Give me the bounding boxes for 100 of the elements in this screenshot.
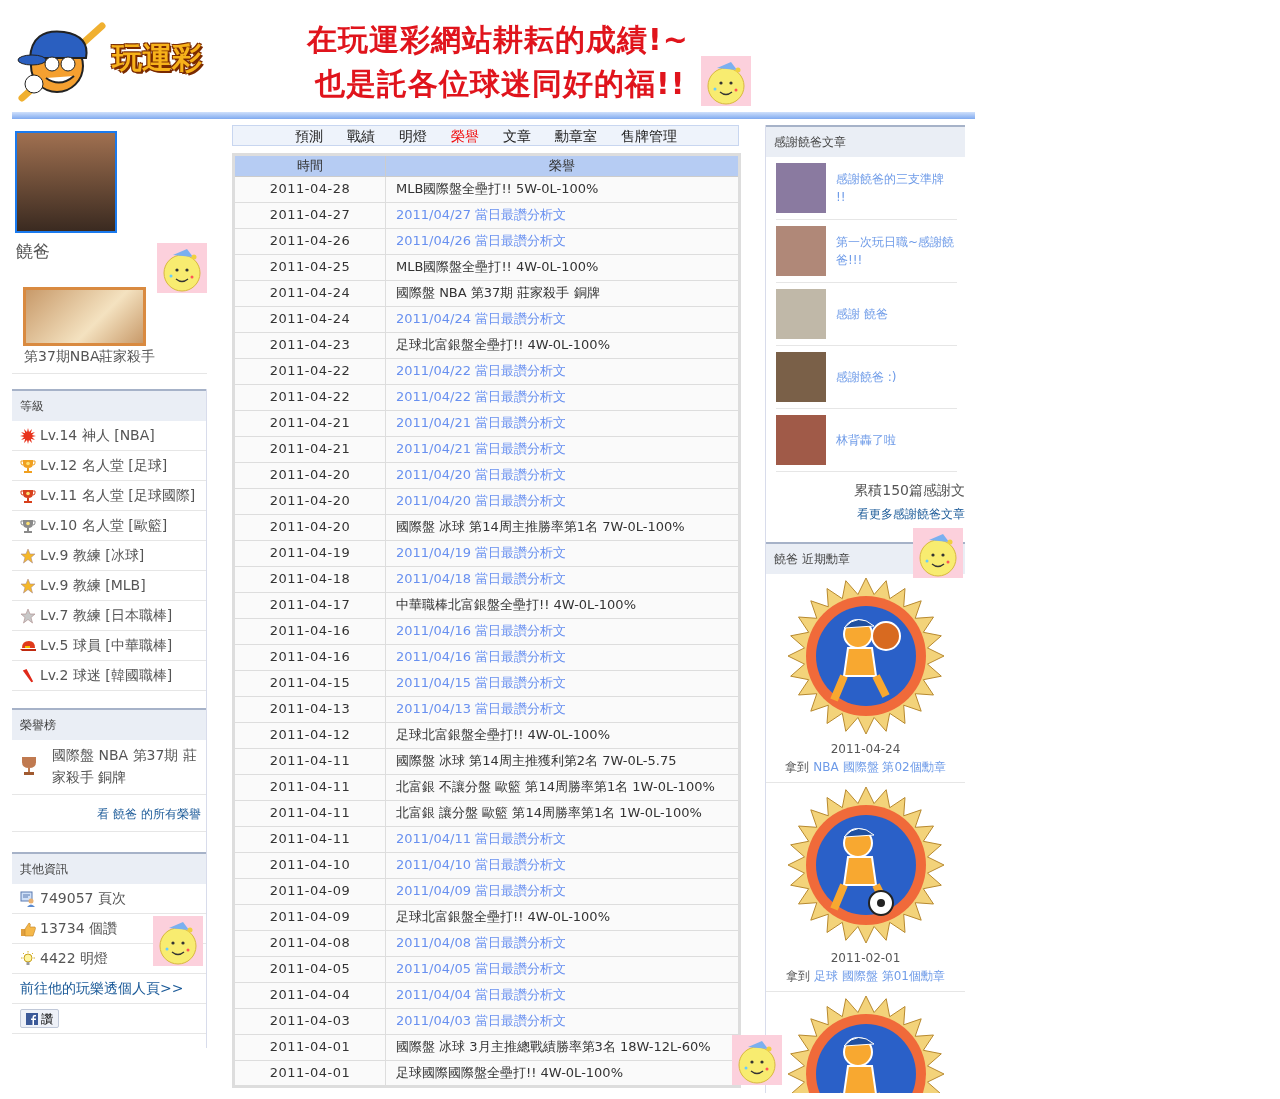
photo-placeholder <box>776 163 826 213</box>
photo-placeholder <box>776 226 826 276</box>
level-label: Lv.14 神人 [NBA] <box>40 426 155 445</box>
article-link[interactable]: 感謝饒爸 :) <box>836 368 897 386</box>
profile-link[interactable]: 前往他的玩樂透個人頁>> <box>20 978 184 999</box>
date-cell: 2011-04-13 <box>233 696 386 722</box>
medal-caption: 拿到 <box>786 968 811 985</box>
photo-placeholder <box>776 289 826 339</box>
logo-text: 玩運彩 <box>112 39 202 77</box>
date-cell: 2011-04-11 <box>233 774 386 800</box>
slogan-line: 在玩運彩網站耕耘的成績!~ <box>307 21 689 59</box>
level-label: Lv.10 名人堂 [歐籃] <box>40 516 168 535</box>
all-honors-link[interactable]: 看 饒爸 的所有榮譽 <box>97 807 201 821</box>
date-cell: 2011-04-12 <box>233 722 386 748</box>
date-cell: 2011-04-23 <box>233 332 386 358</box>
mascot-sticker <box>913 528 963 578</box>
mascot-sticker <box>157 243 207 293</box>
level-label: Lv.11 名人堂 [足球國際] <box>40 486 196 505</box>
honor-cell: 國際盤 冰球 第14周主推勝率第1名 7W-0L-100% <box>385 514 740 540</box>
date-cell: 2011-04-22 <box>233 358 386 384</box>
column-header: 時間 <box>233 154 386 176</box>
date-cell: 2011-04-20 <box>233 514 386 540</box>
thanks-total: 累積150篇感謝文 <box>853 481 965 500</box>
medal-date: 2011-02-01 <box>830 950 901 967</box>
medal-caption: 拿到 <box>785 759 810 776</box>
honor-text: 國際盤 NBA 第37期 莊家殺手 銅牌 <box>52 746 198 787</box>
stat-text: 4422 明燈 <box>40 949 109 968</box>
facebook-icon <box>26 1012 38 1025</box>
level-label: Lv.9 教練 [冰球] <box>40 546 145 565</box>
level-label: Lv.5 球員 [中華職棒] <box>40 636 173 655</box>
section-header: 榮譽榜 <box>12 708 206 740</box>
date-cell: 2011-04-27 <box>233 202 386 228</box>
date-cell: 2011-04-28 <box>233 176 386 202</box>
date-cell: 2011-04-25 <box>233 254 386 280</box>
date-cell: 2011-04-19 <box>233 540 386 566</box>
section-header: 等級 <box>12 389 206 421</box>
date-cell: 2011-04-16 <box>233 618 386 644</box>
honor-cell: 足球北富銀盤全壘打!! 4W-0L-100% <box>385 332 740 358</box>
date-cell: 2011-04-03 <box>233 1008 386 1034</box>
section-header: 其他資訊 <box>12 852 206 884</box>
article-link[interactable]: 感謝饒爸的三支準牌 !! <box>836 170 957 206</box>
nav-tab[interactable]: 文章 <box>490 126 543 145</box>
date-cell: 2011-04-10 <box>233 852 386 878</box>
nav-tab[interactable]: 榮譽 <box>438 126 491 145</box>
date-cell: 2011-04-20 <box>233 488 386 514</box>
honor-cell: 國際盤 冰球 第14周主推獲利第2名 7W-0L-5.75 <box>385 748 740 774</box>
level-label: Lv.7 教練 [日本職棒] <box>40 606 173 625</box>
thumbs-up-icon <box>20 920 36 937</box>
mascot-sticker <box>153 916 203 966</box>
date-cell: 2011-04-08 <box>233 930 386 956</box>
section-header: 感謝饒爸文章 <box>766 125 965 157</box>
username: 饒爸 <box>16 240 50 263</box>
date-cell: 2011-04-15 <box>233 670 386 696</box>
date-cell: 2011-04-16 <box>233 644 386 670</box>
level-label: Lv.12 名人堂 [足球] <box>40 456 168 475</box>
trophy-icon <box>20 756 38 776</box>
date-cell: 2011-04-22 <box>233 384 386 410</box>
date-cell: 2011-04-09 <box>233 878 386 904</box>
date-cell: 2011-04-17 <box>233 592 386 618</box>
date-cell: 2011-04-04 <box>233 982 386 1008</box>
honor-cell: 國際盤 NBA 第37期 莊家殺手 銅牌 <box>385 280 740 306</box>
honor-cell: 足球北富銀盤全壘打!! 4W-0L-100% <box>385 722 740 748</box>
more-thanks-link[interactable]: 看更多感謝饒爸文章 <box>857 507 965 521</box>
slogan-line: 也是託各位球迷同好的福!! <box>315 65 686 103</box>
date-cell: 2011-04-05 <box>233 956 386 982</box>
date-cell: 2011-04-21 <box>233 436 386 462</box>
date-cell: 2011-04-18 <box>233 566 386 592</box>
date-cell: 2011-04-11 <box>233 800 386 826</box>
date-cell: 2011-04-21 <box>233 410 386 436</box>
mascot-sticker <box>701 56 752 106</box>
article-link[interactable]: 第一次玩日職~感謝饒爸!!! <box>836 233 957 269</box>
photo-placeholder <box>776 415 826 465</box>
column-header: 榮譽 <box>385 154 740 176</box>
article-link[interactable]: 感謝 饒爸 <box>836 305 888 323</box>
honor-cell: 北富銀 讓分盤 歐籃 第14周勝率第1名 1W-0L-100% <box>385 800 740 826</box>
nav-tab[interactable]: 明燈 <box>386 126 439 145</box>
nav-tab[interactable]: 售牌管理 <box>608 126 689 145</box>
award-caption: 第37期NBA莊家殺手 <box>12 346 207 374</box>
medal-link[interactable]: 足球 國際盤 第01個勳章 <box>814 967 945 985</box>
date-cell: 2011-04-11 <box>233 826 386 852</box>
honor-cell: 足球北富銀盤全壘打!! 4W-0L-100% <box>385 904 740 930</box>
nav-tab[interactable]: 戰績 <box>334 126 387 145</box>
lightbulb-icon <box>20 950 36 967</box>
article-link[interactable]: 林背轟了啦 <box>836 431 896 449</box>
date-cell: 2011-04-11 <box>233 748 386 774</box>
mascot-sticker <box>732 1035 782 1085</box>
honor-cell: MLB國際盤全壘打!! 4W-0L-100% <box>385 254 740 280</box>
stat-text: 749057 頁次 <box>40 889 126 908</box>
level-label: Lv.9 教練 [MLB] <box>40 576 146 595</box>
nav-tab[interactable]: 預測 <box>282 126 335 145</box>
medal-link[interactable]: NBA 國際盤 第02個勳章 <box>813 758 946 776</box>
medal-date: 2011-04-24 <box>830 741 901 758</box>
viewer-icon <box>20 890 36 907</box>
facebook-like-button[interactable]: 讚 <box>20 1009 59 1028</box>
level-label: Lv.2 球迷 [韓國職棒] <box>40 666 173 685</box>
date-cell: 2011-04-24 <box>233 280 386 306</box>
stat-text: 13734 個讚 <box>40 919 117 938</box>
nav-tab[interactable]: 勳章室 <box>542 126 609 145</box>
date-cell: 2011-04-01 <box>233 1034 386 1060</box>
photo-placeholder <box>776 352 826 402</box>
